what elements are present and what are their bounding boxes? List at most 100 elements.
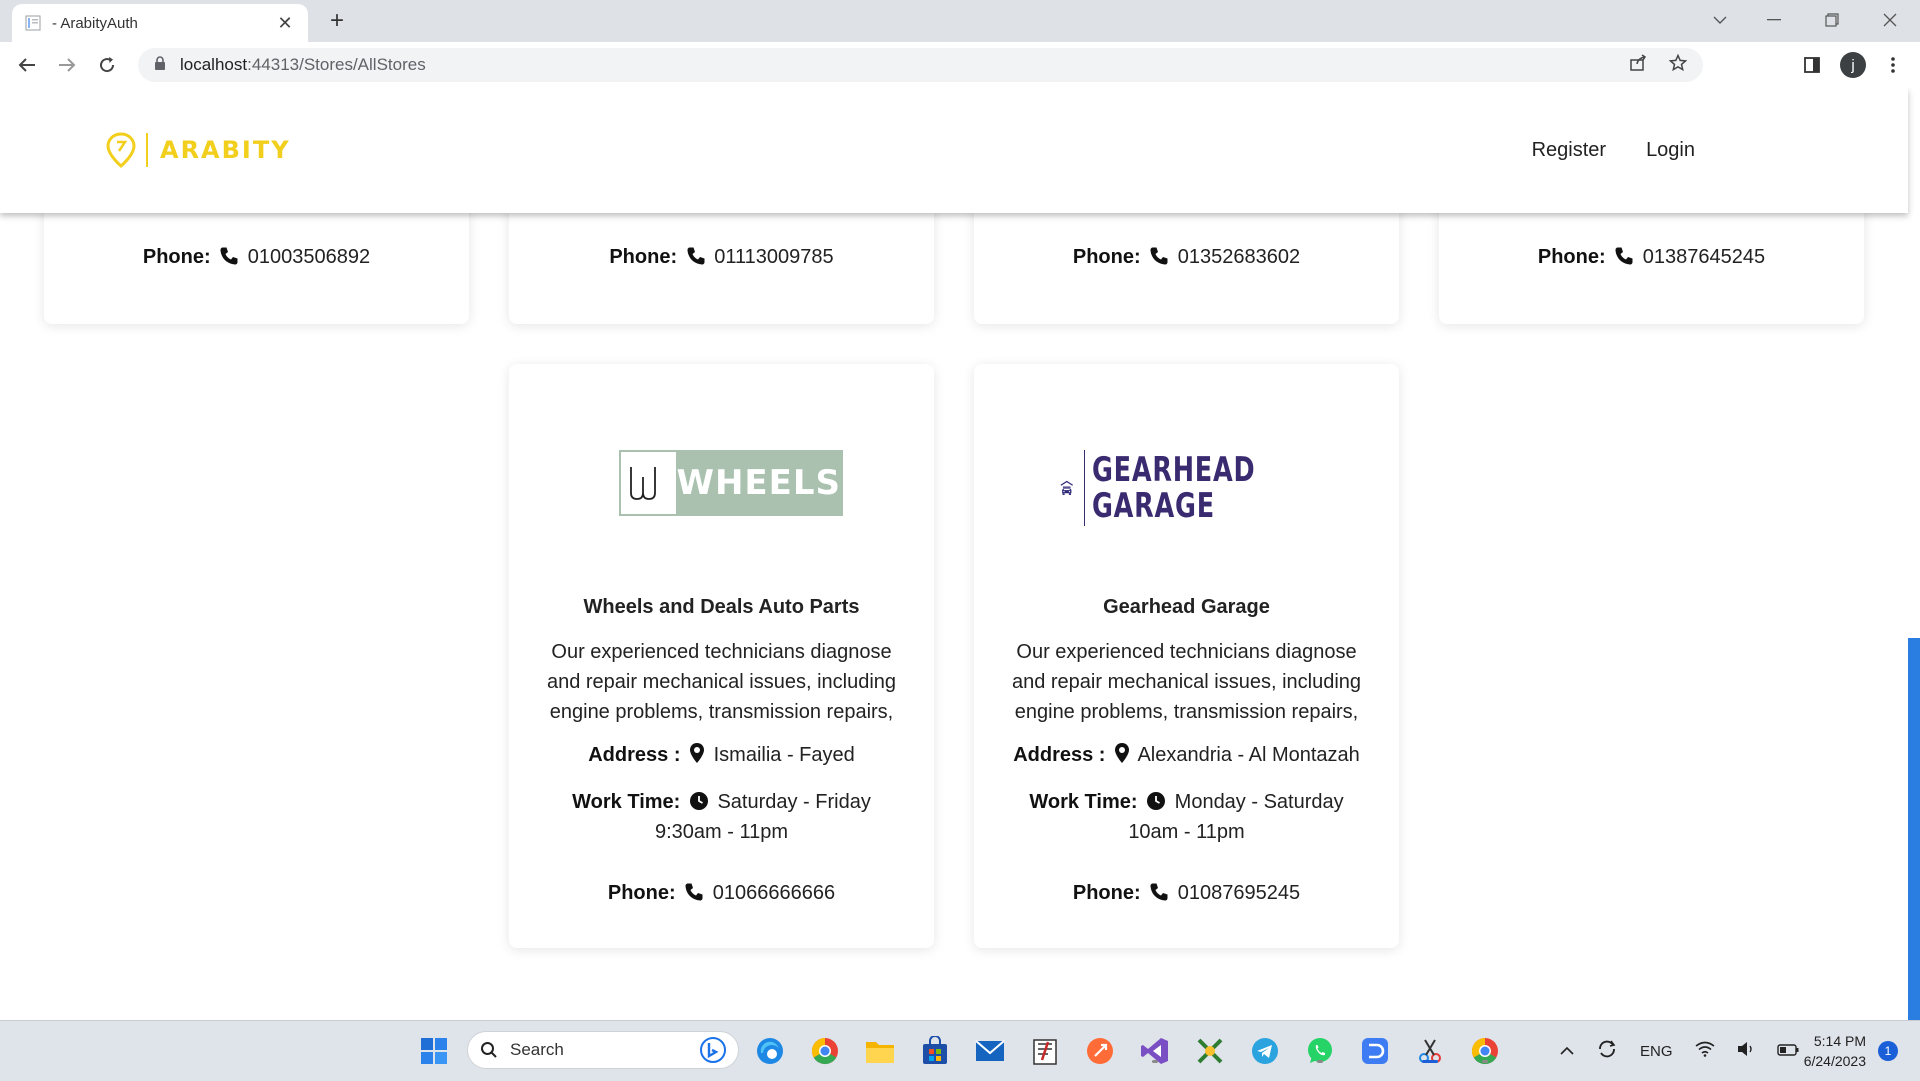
clock-time: 5:14 PM xyxy=(1813,1033,1866,1049)
store-address: Ismailia - Fayed xyxy=(713,744,855,766)
tab-close-icon[interactable]: ✕ xyxy=(274,13,296,34)
store-card-wheels[interactable]: WHEELS Wheels and Deals Auto Parts Our e… xyxy=(509,364,934,948)
store-phone: 01087695245 xyxy=(1177,882,1301,904)
store-phone: 01066666666 xyxy=(712,882,836,904)
microsoft-store-icon[interactable] xyxy=(917,1033,953,1069)
volume-icon[interactable] xyxy=(1737,1041,1755,1061)
store-description: Our experienced technicians diagnose and… xyxy=(546,641,897,723)
windows-taskbar: Search ENG 5:14 PM 6/24/2023 1 xyxy=(0,1020,1920,1081)
battery-icon[interactable] xyxy=(1776,1043,1799,1060)
address-bar[interactable]: localhost:44313/Stores/AllStores xyxy=(138,48,1703,82)
clock-date: 6/24/2023 xyxy=(1803,1053,1866,1069)
store-name[interactable]: Gearhead Garage xyxy=(974,596,1399,619)
chrome-running-icon[interactable] xyxy=(1467,1033,1503,1069)
phone-label: Phone: xyxy=(142,246,211,268)
browser-menu-icon[interactable] xyxy=(1876,48,1910,82)
map-pin-icon xyxy=(690,743,705,763)
page-viewport: ARABITY Register Login Phone: 0100350689… xyxy=(0,88,1920,1020)
map-pin-logo-icon xyxy=(106,132,136,168)
store-phone: 01387645245 xyxy=(1642,246,1766,268)
site-header: ARABITY Register Login xyxy=(0,88,1908,213)
clock-icon xyxy=(1147,792,1166,810)
store-address-row: Address : Alexandria - Al Montazah xyxy=(974,742,1399,767)
store-description: Our experienced technicians diagnose and… xyxy=(1011,641,1362,723)
url-text[interactable]: localhost:44313/Stores/AllStores xyxy=(180,55,426,75)
gearhead-logo-line1: GEARHEAD xyxy=(1092,450,1256,490)
dev-app-icon[interactable] xyxy=(1357,1033,1393,1069)
register-link[interactable]: Register xyxy=(1532,139,1606,162)
store-worktime: Saturday - Friday 9:30am - 11pm xyxy=(654,791,871,843)
restore-button[interactable] xyxy=(1804,0,1860,40)
gearhead-logo-line2: GARAGE xyxy=(1092,486,1216,526)
store-name[interactable]: Wheels and Deals Auto Parts xyxy=(509,596,934,619)
phone-icon xyxy=(687,247,705,265)
snipping-tool-icon[interactable] xyxy=(1412,1033,1448,1069)
phone-label: Phone: xyxy=(1537,246,1606,268)
login-link[interactable]: Login xyxy=(1646,139,1695,162)
sync-icon[interactable] xyxy=(1596,1038,1618,1064)
back-button[interactable] xyxy=(10,48,44,82)
forward-button[interactable] xyxy=(50,48,84,82)
notepad-plus-icon[interactable] xyxy=(1027,1033,1063,1069)
chevron-up-icon[interactable] xyxy=(1560,1043,1574,1060)
phone-icon xyxy=(1615,247,1633,265)
clock-icon xyxy=(689,792,708,810)
worktime-label: Work Time: xyxy=(572,791,681,813)
close-window-button[interactable] xyxy=(1862,0,1918,40)
address-label: Address : xyxy=(1013,744,1106,766)
postman-icon[interactable] xyxy=(1082,1033,1118,1069)
garage-car-logo-icon xyxy=(1060,480,1074,495)
profile-avatar[interactable]: j xyxy=(1836,48,1870,82)
store-phone: 01352683602 xyxy=(1177,246,1301,268)
worktime-label: Work Time: xyxy=(1029,791,1138,813)
store-address: Alexandria - Al Montazah xyxy=(1137,744,1360,766)
main-nav: Register Login xyxy=(1532,139,1695,162)
new-tab-button[interactable]: + xyxy=(322,6,352,36)
mail-icon[interactable] xyxy=(972,1033,1008,1069)
phone-label: Phone: xyxy=(1072,882,1141,904)
wheels-logo-text: WHEELS xyxy=(676,463,841,503)
store-worktime-row: Work Time: Monday - Saturday 10am - 11pm xyxy=(974,787,1399,847)
file-explorer-icon[interactable] xyxy=(862,1033,898,1069)
telegram-icon[interactable] xyxy=(1247,1033,1283,1069)
reload-button[interactable] xyxy=(90,48,124,82)
bing-icon xyxy=(700,1037,726,1063)
taskbar-clock[interactable]: 5:14 PM 6/24/2023 xyxy=(1804,1031,1866,1071)
whatsapp-icon[interactable] xyxy=(1302,1033,1338,1069)
notification-badge[interactable]: 1 xyxy=(1878,1041,1898,1061)
bookmark-star-icon[interactable] xyxy=(1668,53,1688,77)
store-card-gearhead[interactable]: GEARHEAD GARAGE Gearhead Garage Our expe… xyxy=(974,364,1399,948)
language-indicator[interactable]: ENG xyxy=(1640,1043,1673,1060)
browser-tab[interactable]: - ArabityAuth ✕ xyxy=(12,4,308,42)
address-label: Address : xyxy=(588,744,681,766)
phone-icon xyxy=(685,883,703,901)
edge-icon[interactable] xyxy=(752,1033,788,1069)
side-panel-icon[interactable] xyxy=(1795,48,1829,82)
url-path: :44313/Stores/AllStores xyxy=(247,55,426,74)
phone-label: Phone: xyxy=(609,246,678,268)
start-button-icon[interactable] xyxy=(416,1033,452,1069)
minimize-button[interactable] xyxy=(1746,0,1802,40)
tool-app-icon[interactable] xyxy=(1192,1033,1228,1069)
tab-search-icon[interactable] xyxy=(1692,0,1748,40)
map-pin-icon xyxy=(1115,743,1129,763)
brand-logo[interactable]: ARABITY xyxy=(106,132,291,168)
page-favicon-icon xyxy=(24,14,42,32)
wifi-icon[interactable] xyxy=(1695,1041,1715,1061)
scroll-indicator[interactable] xyxy=(1908,638,1920,1020)
store-logo-wheels: WHEELS xyxy=(619,450,843,516)
phone-label: Phone: xyxy=(1072,246,1141,268)
browser-toolbar: localhost:44313/Stores/AllStores j xyxy=(0,42,1920,89)
url-host: localhost xyxy=(180,55,248,74)
store-logo-gearhead: GEARHEAD GARAGE xyxy=(1060,448,1310,528)
store-phone-row: Phone: 01087695245 xyxy=(974,882,1399,905)
store-phone-row: Phone: 01113009785 xyxy=(509,246,934,269)
visual-studio-icon[interactable] xyxy=(1137,1033,1173,1069)
store-phone-row: Phone: 01352683602 xyxy=(974,246,1399,269)
phone-icon xyxy=(220,247,238,265)
share-icon[interactable] xyxy=(1629,53,1647,77)
lock-icon[interactable] xyxy=(154,55,166,75)
chrome-icon[interactable] xyxy=(807,1033,843,1069)
taskbar-search-box[interactable]: Search xyxy=(467,1031,739,1069)
store-address-row: Address : Ismailia - Fayed xyxy=(509,742,934,767)
